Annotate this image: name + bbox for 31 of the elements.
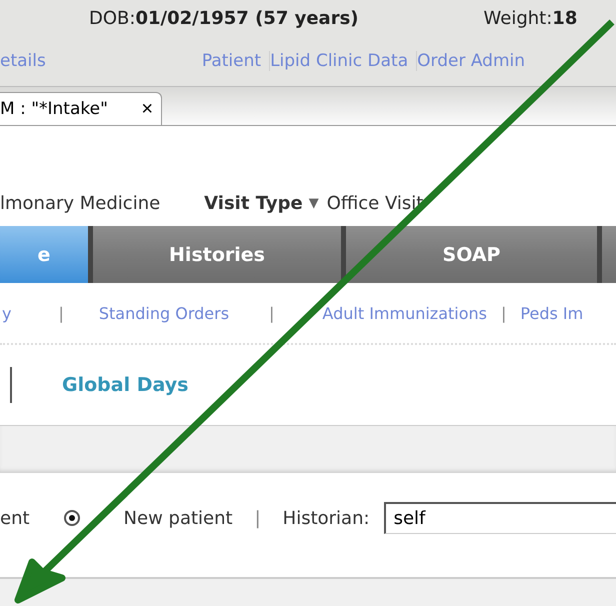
separator-text: | <box>58 304 64 322</box>
radio-button[interactable] <box>64 510 80 526</box>
global-days-link[interactable]: Global Days <box>62 374 188 396</box>
document-tab[interactable]: M : "*Intake" × <box>0 92 162 125</box>
tab[interactable]: SOAP <box>346 226 597 283</box>
option-label: ent <box>0 508 30 528</box>
historian-field[interactable]: self <box>384 502 616 534</box>
dob-value: 01/02/1957 (57 years) <box>135 8 359 28</box>
weight-label: Weight: <box>484 8 552 28</box>
dob-label: DOB: <box>89 8 136 28</box>
separator-text: | <box>254 508 261 528</box>
caret-icon[interactable]: ▼ <box>308 196 319 211</box>
sub-link[interactable]: Adult Immunizations <box>322 304 487 322</box>
sub-link[interactable]: Peds Im <box>520 304 584 322</box>
sub-link[interactable]: y <box>2 304 12 322</box>
weight-value: 18 <box>552 8 578 28</box>
separator-text: | <box>269 304 274 322</box>
nav-link[interactable]: Order Admin <box>416 51 534 71</box>
separator-text: | <box>501 304 506 322</box>
close-button[interactable]: × <box>141 98 153 120</box>
visit-type-label: Visit Type <box>204 193 303 214</box>
historian-label: Historian: <box>282 508 370 528</box>
sub-link[interactable]: Standing Orders <box>98 304 230 322</box>
specialty-text: lmonary Medicine <box>0 193 160 214</box>
tab[interactable]: Histories <box>93 226 341 283</box>
nav-link[interactable]: etails <box>0 51 54 71</box>
nav-link[interactable]: Lipid Clinic Data <box>269 51 416 71</box>
nav-link[interactable]: Patient <box>194 51 270 71</box>
tab[interactable]: e <box>0 226 88 283</box>
document-tab-label: M : "*Intake" <box>0 99 108 119</box>
option-label: New patient <box>124 508 233 528</box>
